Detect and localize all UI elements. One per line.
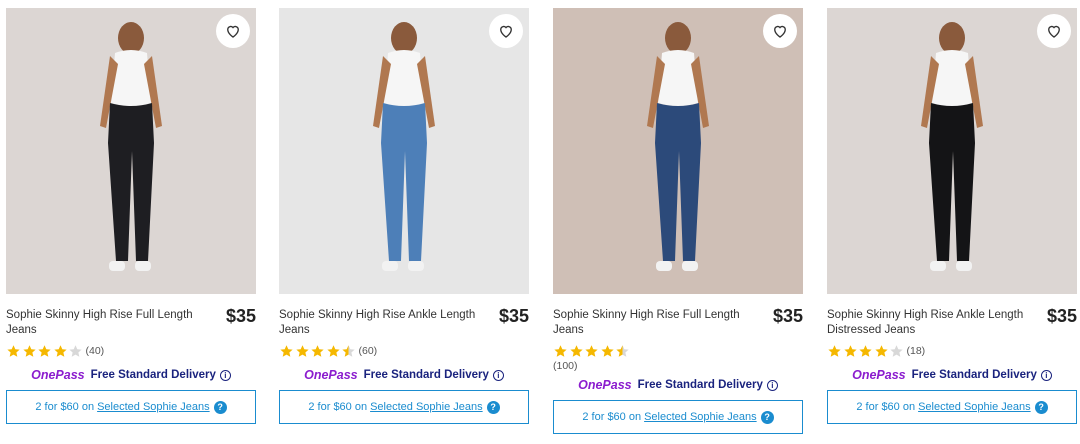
onepass-logo: OnePass bbox=[304, 368, 358, 382]
help-icon[interactable]: ? bbox=[213, 400, 227, 414]
star-icon bbox=[843, 344, 857, 357]
star-icon bbox=[38, 344, 51, 357]
heart-icon bbox=[500, 25, 512, 38]
star-icon bbox=[585, 344, 598, 357]
wishlist-button[interactable] bbox=[1037, 14, 1071, 48]
help-icon[interactable]: ? bbox=[760, 410, 774, 424]
star-icon bbox=[311, 344, 324, 357]
delivery-info: OnePass Free Standard Delivery i bbox=[279, 368, 529, 382]
delivery-info: OnePass Free Standard Delivery i bbox=[553, 378, 803, 392]
product-image[interactable] bbox=[553, 8, 803, 294]
star-icon bbox=[7, 344, 20, 357]
review-count: (60) bbox=[358, 345, 378, 357]
promo-button[interactable]: 2 for $60 on Selected Sophie Jeans ? bbox=[827, 390, 1077, 424]
product-card[interactable]: Sophie Skinny High Rise Full Length Jean… bbox=[6, 8, 256, 424]
rating: (60) bbox=[279, 343, 529, 359]
model-photo bbox=[553, 8, 803, 294]
heart-icon bbox=[1048, 25, 1060, 38]
star-icon bbox=[53, 344, 67, 357]
star-icon bbox=[326, 344, 340, 357]
model-photo bbox=[827, 8, 1077, 294]
product-image[interactable] bbox=[827, 8, 1077, 294]
product-price: $35 bbox=[225, 306, 256, 326]
delivery-text: Free Standard Delivery bbox=[637, 379, 763, 391]
promo-prefix: 2 for $60 on bbox=[308, 401, 368, 413]
info-icon[interactable]: i bbox=[219, 369, 231, 381]
heart-icon bbox=[774, 25, 786, 38]
heart-icon bbox=[227, 25, 239, 38]
product-title[interactable]: Sophie Skinny High Rise Ankle Length Jea… bbox=[279, 308, 484, 338]
star-rating bbox=[827, 344, 905, 359]
review-count: (18) bbox=[906, 345, 926, 357]
review-count: (100) bbox=[553, 360, 578, 372]
product-card[interactable]: Sophie Skinny High Rise Ankle Length Jea… bbox=[279, 8, 529, 424]
product-image[interactable] bbox=[6, 8, 256, 294]
product-card[interactable]: Sophie Skinny High Rise Full Length Jean… bbox=[553, 8, 803, 434]
rating bbox=[553, 343, 803, 359]
promo-button[interactable]: 2 for $60 on Selected Sophie Jeans ? bbox=[6, 390, 256, 424]
product-image[interactable] bbox=[279, 8, 529, 294]
onepass-logo: OnePass bbox=[578, 378, 632, 392]
info-icon[interactable]: i bbox=[1040, 369, 1052, 381]
star-icon bbox=[342, 344, 355, 357]
product-title[interactable]: Sophie Skinny High Rise Full Length Jean… bbox=[6, 308, 211, 338]
product-price: $35 bbox=[498, 306, 529, 326]
delivery-info: OnePass Free Standard Delivery i bbox=[827, 368, 1077, 382]
promo-link[interactable]: Selected Sophie Jeans bbox=[918, 401, 1031, 413]
wishlist-button[interactable] bbox=[216, 14, 250, 48]
delivery-text: Free Standard Delivery bbox=[363, 369, 489, 381]
promo-prefix: 2 for $60 on bbox=[35, 401, 95, 413]
promo-button[interactable]: 2 for $60 on Selected Sophie Jeans ? bbox=[279, 390, 529, 424]
promo-prefix: 2 for $60 on bbox=[856, 401, 916, 413]
delivery-text: Free Standard Delivery bbox=[90, 369, 216, 381]
star-icon bbox=[859, 344, 872, 357]
product-price: $35 bbox=[1046, 306, 1077, 326]
product-title[interactable]: Sophie Skinny High Rise Full Length Jean… bbox=[553, 308, 758, 338]
promo-link[interactable]: Selected Sophie Jeans bbox=[370, 401, 483, 413]
wishlist-button[interactable] bbox=[489, 14, 523, 48]
onepass-logo: OnePass bbox=[31, 368, 85, 382]
promo-button[interactable]: 2 for $60 on Selected Sophie Jeans ? bbox=[553, 400, 803, 434]
help-icon[interactable]: ? bbox=[486, 400, 500, 414]
model-photo bbox=[6, 8, 256, 294]
product-title[interactable]: Sophie Skinny High Rise Ankle Length Dis… bbox=[827, 308, 1032, 338]
help-icon[interactable]: ? bbox=[1034, 400, 1048, 414]
star-icon bbox=[874, 344, 888, 357]
rating: (18) bbox=[827, 343, 1077, 359]
info-icon[interactable]: i bbox=[492, 369, 504, 381]
star-icon bbox=[280, 344, 293, 357]
star-icon bbox=[600, 344, 614, 357]
product-price: $35 bbox=[772, 306, 803, 326]
delivery-info: OnePass Free Standard Delivery i bbox=[6, 368, 256, 382]
model-photo bbox=[279, 8, 529, 294]
wishlist-button[interactable] bbox=[763, 14, 797, 48]
star-icon bbox=[22, 344, 36, 357]
product-card[interactable]: Sophie Skinny High Rise Ankle Length Dis… bbox=[827, 8, 1077, 424]
promo-prefix: 2 for $60 on bbox=[582, 411, 642, 423]
promo-link[interactable]: Selected Sophie Jeans bbox=[97, 401, 210, 413]
star-icon bbox=[69, 344, 82, 357]
star-icon bbox=[554, 344, 567, 357]
review-count: (40) bbox=[85, 345, 105, 357]
star-icon bbox=[828, 344, 841, 357]
star-icon bbox=[569, 344, 583, 357]
star-rating bbox=[6, 344, 84, 359]
info-icon[interactable]: i bbox=[766, 379, 778, 391]
rating: (40) bbox=[6, 343, 256, 359]
star-rating bbox=[553, 344, 631, 359]
star-icon bbox=[295, 344, 309, 357]
star-icon bbox=[616, 344, 629, 357]
onepass-logo: OnePass bbox=[852, 368, 906, 382]
delivery-text: Free Standard Delivery bbox=[911, 369, 1037, 381]
promo-link[interactable]: Selected Sophie Jeans bbox=[644, 411, 757, 423]
star-rating bbox=[279, 344, 357, 359]
star-icon bbox=[890, 344, 903, 357]
